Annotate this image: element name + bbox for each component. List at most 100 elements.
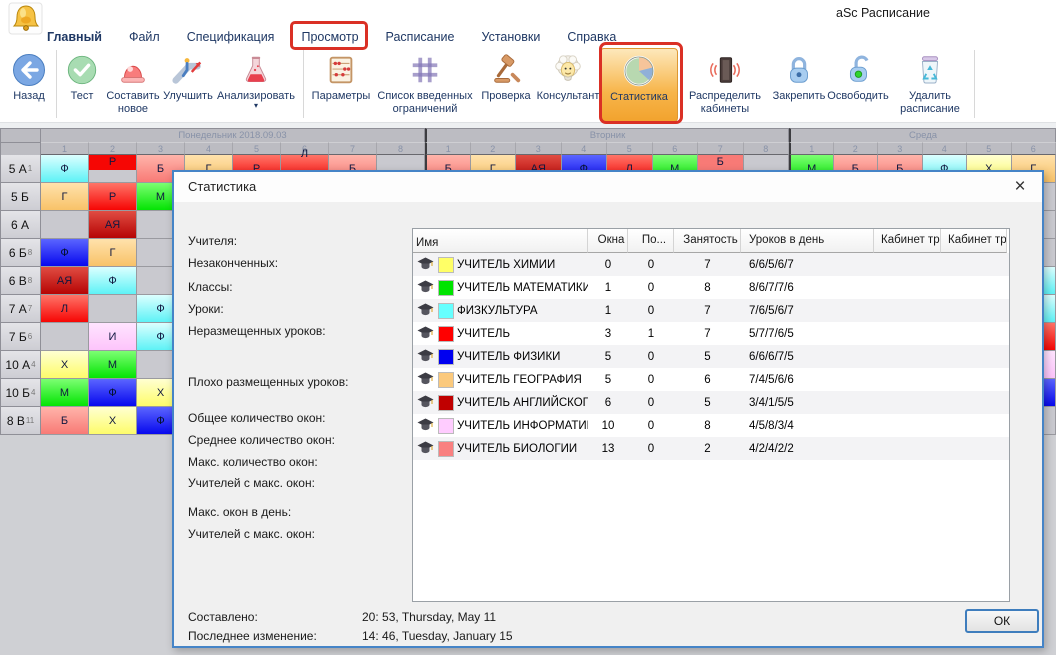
class-label: 6 Б8 bbox=[0, 239, 41, 267]
class-label: 10 А4 bbox=[0, 351, 41, 379]
lesson-cell[interactable]: Х bbox=[89, 407, 137, 435]
test-check-icon bbox=[65, 50, 99, 90]
lesson-cell[interactable]: И bbox=[89, 323, 137, 351]
class-label: 7 Б6 bbox=[0, 323, 41, 351]
lock-closed-icon bbox=[782, 50, 816, 90]
teacher-color-swatch bbox=[438, 349, 454, 365]
unlock-button[interactable]: Освободить bbox=[826, 48, 890, 122]
table-row[interactable]: УЧИТЕЛЬ ИНФОРМАТИКИ 100 84/5/8/3/4 bbox=[413, 414, 1009, 437]
teacher-cap-icon bbox=[416, 348, 435, 366]
lesson-cell[interactable]: Ф bbox=[89, 267, 137, 295]
lesson-cell[interactable]: Б bbox=[41, 407, 89, 435]
analyze-button[interactable]: Анализировать ▾ bbox=[213, 48, 299, 122]
class-label: 5 Б bbox=[0, 183, 41, 211]
lesson-cell[interactable]: Г bbox=[41, 183, 89, 211]
grid-day-header: Понедельник 2018.09.03 Вторник Среда bbox=[0, 128, 1056, 142]
escalator-icon bbox=[171, 50, 205, 90]
lesson-cell[interactable]: Г bbox=[89, 239, 137, 267]
window-title: aSc Расписание bbox=[836, 6, 930, 20]
check-button[interactable]: Проверка bbox=[476, 48, 536, 122]
col-header-po[interactable]: По... bbox=[628, 229, 674, 253]
toolbar-separator bbox=[974, 50, 975, 118]
back-button[interactable]: Назад bbox=[6, 48, 52, 122]
app-window: aSc Расписание Главный Файл Спецификация… bbox=[0, 0, 1056, 655]
table-row[interactable]: ФИЗКУЛЬТУРА 10 77/6/5/6/7 bbox=[413, 299, 1009, 322]
col-header-room2[interactable]: Кабинет тре... bbox=[941, 229, 1007, 253]
lesson-cell[interactable]: Ф bbox=[41, 155, 89, 183]
col-header-lessons-per-day[interactable]: Уроков в день bbox=[741, 229, 874, 253]
lesson-cell[interactable]: Ф bbox=[89, 379, 137, 407]
toolbar-separator bbox=[303, 50, 304, 118]
day-wednesday: Среда bbox=[789, 128, 1056, 142]
lesson-cell[interactable]: Л bbox=[41, 295, 89, 323]
lesson-cell[interactable]: Х bbox=[41, 351, 89, 379]
parameters-button[interactable]: Параметры bbox=[308, 48, 374, 122]
menu-ustanovki[interactable]: Установки bbox=[481, 30, 540, 44]
abacus-icon bbox=[324, 50, 358, 90]
lesson-cell[interactable] bbox=[41, 211, 89, 239]
lesson-cell[interactable]: Ф bbox=[41, 239, 89, 267]
lock-button[interactable]: Закрепить bbox=[772, 48, 826, 122]
ok-button[interactable]: ОК bbox=[965, 609, 1039, 633]
distribute-rooms-button[interactable]: Распределить кабинеты bbox=[678, 48, 772, 122]
lesson-cell[interactable]: Р bbox=[89, 183, 137, 211]
col-header-busyness[interactable]: Занятость bbox=[674, 229, 741, 253]
consultant-button[interactable]: Консультант bbox=[536, 48, 600, 122]
teacher-cap-icon bbox=[416, 302, 435, 320]
teacher-cap-icon bbox=[416, 394, 435, 412]
col-header-windows[interactable]: Окна bbox=[588, 229, 628, 253]
statistics-dialog: Статистика × Учителя:9 Незаконченных:5 К… bbox=[172, 170, 1044, 648]
top-chrome: aSc Расписание Главный Файл Спецификация… bbox=[0, 0, 1056, 122]
close-icon[interactable]: × bbox=[1008, 175, 1032, 199]
back-arrow-icon bbox=[11, 50, 47, 90]
lesson-cell[interactable]: АЯ bbox=[89, 211, 137, 239]
col-header-room1[interactable]: Кабинет тре... bbox=[874, 229, 941, 253]
lock-open-icon bbox=[841, 50, 875, 90]
teacher-cap-icon bbox=[416, 417, 435, 435]
modified-line: Последнее изменение:14: 46, Tuesday, Jan… bbox=[188, 629, 317, 643]
lesson-cell[interactable]: М bbox=[41, 379, 89, 407]
dropdown-caret-icon: ▾ bbox=[254, 103, 258, 109]
app-logo-bell-icon[interactable] bbox=[8, 2, 44, 36]
delete-schedule-button[interactable]: Удалить расписание bbox=[890, 48, 970, 122]
class-label: 6 А bbox=[0, 211, 41, 239]
lesson-cell[interactable]: М bbox=[89, 351, 137, 379]
table-header-row: Имя Окна По... Занятость Уроков в день К… bbox=[413, 229, 1009, 253]
improve-button[interactable]: Улучшить bbox=[163, 48, 213, 122]
test-button[interactable]: Тест bbox=[61, 48, 103, 122]
table-row[interactable]: УЧИТЕЛЬ БИОЛОГИИ 130 24/2/4/2/2 bbox=[413, 437, 1009, 460]
table-row[interactable]: УЧИТЕЛЬ МАТЕМАТИКИ 10 88/6/7/7/6 bbox=[413, 276, 1009, 299]
teacher-cap-icon bbox=[416, 325, 435, 343]
flask-icon bbox=[239, 50, 273, 90]
teacher-color-swatch bbox=[438, 372, 454, 388]
teacher-color-swatch bbox=[438, 418, 454, 434]
menu-fail[interactable]: Файл bbox=[129, 30, 160, 44]
menu-glavny[interactable]: Главный bbox=[47, 30, 102, 44]
teacher-cap-icon bbox=[416, 256, 435, 274]
trash-recycle-icon bbox=[913, 50, 947, 90]
col-header-name[interactable]: Имя bbox=[413, 229, 588, 253]
teacher-color-swatch bbox=[438, 326, 454, 342]
lesson-cell[interactable] bbox=[89, 295, 137, 323]
dialog-titlebar[interactable]: Статистика × bbox=[174, 172, 1042, 202]
lesson-cell[interactable] bbox=[41, 323, 89, 351]
toolbar: Назад Тест Составить новое Улучшить bbox=[6, 48, 979, 122]
class-label: 6 В8 bbox=[0, 267, 41, 295]
lesson-cell[interactable]: Р bbox=[89, 155, 137, 183]
constraints-list-button[interactable]: Список введенных ограничений bbox=[374, 48, 476, 122]
day-tuesday: Вторник bbox=[425, 128, 789, 142]
teacher-color-swatch bbox=[438, 395, 454, 411]
menu-specifikacia[interactable]: Спецификация bbox=[187, 30, 275, 44]
table-row[interactable]: УЧИТЕЛЬ ФИЗИКИ 50 56/6/6/7/5 bbox=[413, 345, 1009, 368]
generate-new-button[interactable]: Составить новое bbox=[103, 48, 163, 122]
table-row[interactable]: УЧИТЕЛЬ АНГЛИЙСКОГО 60 53/4/1/5/5 bbox=[413, 391, 1009, 414]
table-row[interactable]: УЧИТЕЛЬ 31 75/7/7/6/5 bbox=[413, 322, 1009, 345]
dialog-title: Статистика bbox=[188, 179, 256, 194]
table-row[interactable]: УЧИТЕЛЬ ХИМИИ 00 76/6/5/6/7 bbox=[413, 253, 1009, 276]
class-label: 8 В11 bbox=[0, 407, 41, 435]
menu-raspisanie[interactable]: Расписание bbox=[386, 30, 455, 44]
table-row[interactable]: УЧИТЕЛЬ ГЕОГРАФИЯ 50 67/4/5/6/6 bbox=[413, 368, 1009, 391]
teacher-cap-icon bbox=[416, 440, 435, 458]
lesson-cell[interactable]: АЯ bbox=[41, 267, 89, 295]
consultant-einstein-icon bbox=[551, 50, 585, 90]
